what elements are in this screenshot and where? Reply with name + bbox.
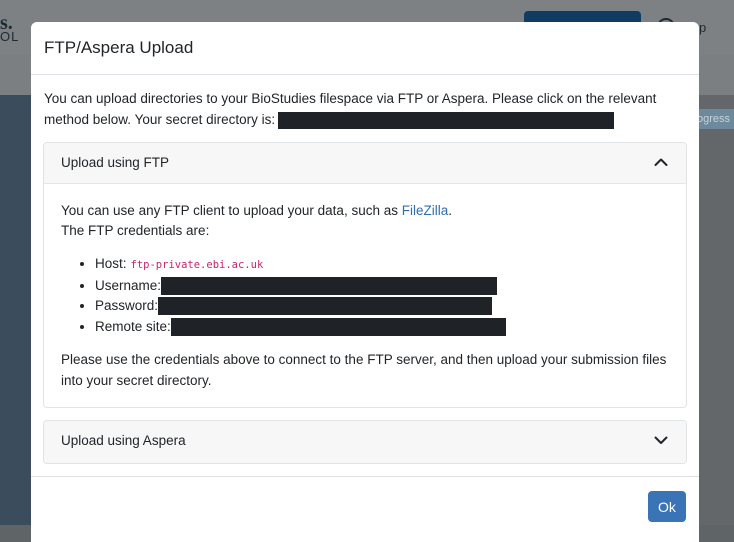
host-label: Host: — [95, 256, 127, 271]
remote-site-redacted — [170, 317, 506, 336]
ftp-client-text: You can use any FTP client to upload you… — [61, 201, 671, 221]
credential-password: Password: — [95, 296, 671, 317]
status-badge: ogress — [693, 109, 734, 129]
filezilla-link[interactable]: FileZilla — [402, 203, 449, 218]
ftp-panel-content: You can use any FTP client to upload you… — [61, 201, 671, 391]
remote-site-label: Remote site: — [95, 318, 171, 334]
credential-username: Username: — [95, 276, 671, 297]
aspera-panel-title: Upload using Aspera — [61, 433, 186, 448]
ftp-panel-header[interactable]: Upload using FTP — [44, 143, 686, 184]
modal-footer: Ok — [31, 476, 699, 542]
password-redacted — [158, 297, 493, 316]
ftp-client-label: You can use any FTP client to upload you… — [61, 203, 398, 218]
intro-text: You can upload directories to your BioSt… — [44, 88, 684, 130]
ftp-panel: Upload using FTP You can use any FTP cli… — [43, 142, 687, 408]
ftp-instructions: Please use the credentials above to conn… — [61, 352, 667, 388]
password-label: Password: — [95, 298, 159, 313]
ok-button[interactable]: Ok — [648, 491, 686, 522]
aspera-panel-header[interactable]: Upload using Aspera — [44, 421, 686, 463]
secret-directory-redacted — [278, 111, 615, 129]
credentials-list: Host:ftp-private.ebi.ac.uk Username: Pas… — [61, 254, 671, 337]
ftp-panel-title: Upload using FTP — [61, 155, 170, 170]
ftp-client-suffix: . — [448, 203, 453, 218]
app-logo-subtitle: OL — [0, 29, 20, 44]
username-redacted — [161, 276, 498, 295]
host-value: ftp-private.ebi.ac.uk — [130, 259, 264, 271]
app-sidebar — [0, 95, 31, 525]
chevron-up-icon[interactable] — [653, 154, 669, 170]
credential-remote-site: Remote site: — [95, 317, 671, 338]
chevron-down-icon[interactable] — [653, 432, 669, 448]
help-label: p — [699, 20, 707, 35]
modal-header: FTP/Aspera Upload — [31, 22, 699, 75]
upload-modal: FTP/Aspera Upload You can upload directo… — [31, 22, 699, 542]
modal-title: FTP/Aspera Upload — [44, 38, 194, 57]
aspera-panel: Upload using Aspera — [43, 420, 687, 464]
ftp-credentials-heading: The FTP credentials are: — [61, 223, 210, 238]
username-label: Username: — [95, 277, 162, 293]
app-content — [699, 95, 734, 525]
credential-host: Host:ftp-private.ebi.ac.uk — [95, 254, 671, 276]
